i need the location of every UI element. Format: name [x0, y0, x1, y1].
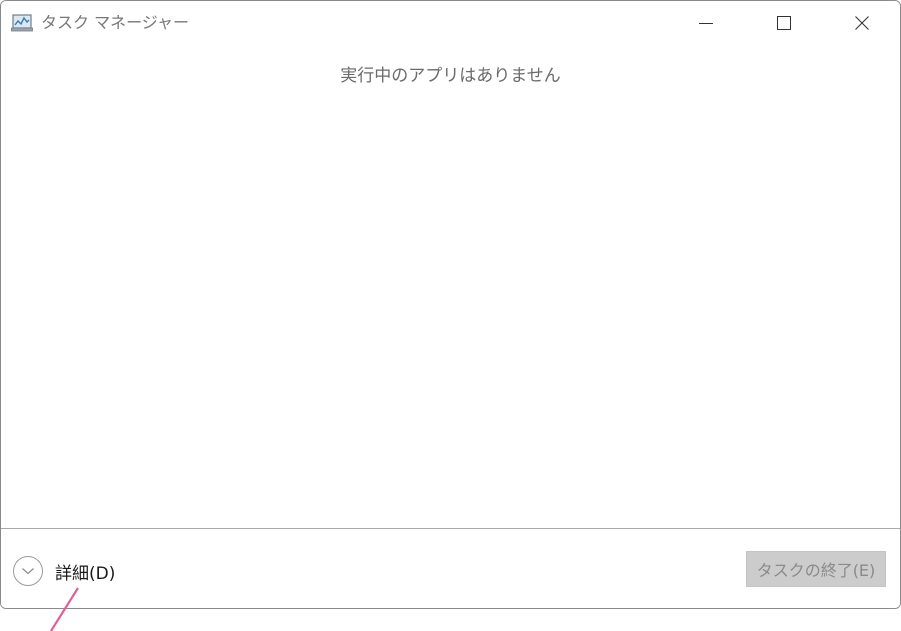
- chevron-down-icon: [13, 556, 43, 586]
- title-bar[interactable]: タスク マネージャー: [1, 1, 900, 45]
- maximize-icon: [777, 16, 791, 30]
- close-icon: [855, 16, 869, 30]
- minimize-icon: [699, 16, 713, 30]
- empty-apps-message: 実行中のアプリはありません: [340, 66, 561, 86]
- details-toggle[interactable]: 詳細(D): [13, 554, 115, 588]
- task-manager-icon: [11, 13, 33, 33]
- close-button[interactable]: [823, 1, 900, 45]
- app-list-area: 実行中のアプリはありません: [1, 45, 900, 528]
- maximize-button[interactable]: [745, 1, 823, 45]
- details-label: 詳細(D): [55, 563, 116, 584]
- task-manager-window: タスク マネージャー 実行中のアプリはありません 詳細(D) タスクの終了(E): [0, 0, 901, 609]
- footer-bar: 詳細(D) タスクの終了(E): [1, 529, 900, 608]
- end-task-button[interactable]: タスクの終了(E): [746, 551, 886, 587]
- window-title: タスク マネージャー: [41, 13, 189, 32]
- minimize-button[interactable]: [667, 1, 745, 45]
